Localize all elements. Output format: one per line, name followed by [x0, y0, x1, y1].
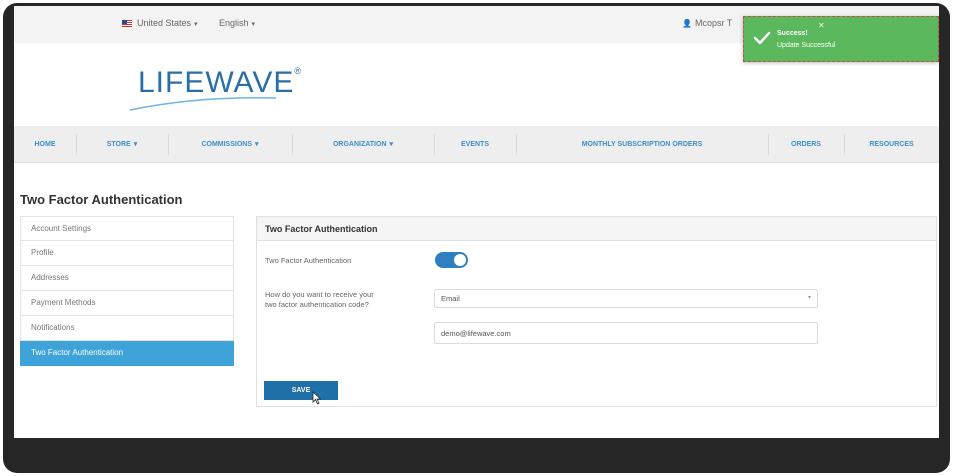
mouse-pointer-icon — [312, 391, 322, 405]
nav-home[interactable]: HOME — [14, 126, 76, 163]
save-button[interactable]: SAVE — [264, 381, 338, 400]
sidebar-item-addresses[interactable]: Addresses — [20, 266, 234, 291]
country-selector[interactable]: United States ▾ — [122, 18, 198, 28]
sidebar-item-profile[interactable]: Profile — [20, 241, 234, 266]
nav-organization-label: ORGANIZATION — [332, 141, 387, 148]
toggle-label: Two Factor Authentication — [265, 256, 352, 265]
nav-organization[interactable]: ORGANIZATION ▾ — [292, 126, 434, 163]
success-toast: ✕ Success! Update Successful — [743, 16, 939, 62]
nav-commissions[interactable]: COMMISSIONS ▾ — [168, 126, 292, 163]
chevron-down-icon: ▾ — [133, 141, 138, 148]
country-label: United States — [137, 18, 192, 28]
toast-message: Update Successful — [777, 42, 836, 49]
email-field[interactable] — [434, 322, 818, 344]
method-label-line2: two factor authentication code? — [265, 300, 369, 309]
user-menu[interactable]: 👤 Mcopsr T — [682, 18, 732, 28]
nav-resources-label: RESOURCES — [869, 141, 914, 148]
user-name: Mcopsr T — [694, 18, 733, 28]
chevron-down-icon: ▾ — [807, 295, 811, 301]
close-icon[interactable]: ✕ — [818, 21, 825, 30]
browser-viewport: United States ▾ English ▾ 👤 Mcopsr T LIFEWA… — [14, 6, 939, 438]
nav-events[interactable]: EVENTS — [434, 126, 516, 163]
two-factor-panel: Two Factor Authentication Two Factor Aut… — [256, 216, 937, 407]
nav-orders-label: ORDERS — [791, 141, 821, 148]
language-label: English — [219, 18, 249, 28]
account-sidebar: Account Settings Profile Addresses Payme… — [20, 216, 234, 366]
nav-store[interactable]: STORE ▾ — [76, 126, 168, 163]
nav-orders[interactable]: ORDERS — [768, 126, 844, 163]
sidebar-item-payment-methods[interactable]: Payment Methods — [20, 291, 234, 316]
page-title: Two Factor Authentication — [20, 192, 183, 207]
nav-monthly-subscription-orders[interactable]: MONTHLY SUBSCRIPTION ORDERS — [516, 126, 768, 163]
user-icon: 👤 — [682, 19, 692, 28]
main-nav: HOME STORE ▾ COMMISSIONS ▾ ORGANIZATION ▾ E… — [14, 126, 939, 163]
chevron-down-icon: ▾ — [251, 21, 256, 28]
checkmark-icon — [753, 31, 771, 45]
toggle-knob — [454, 254, 466, 266]
lifewave-logo[interactable]: LIFEWAVE® — [129, 66, 301, 116]
screenshot-frame: United States ▾ English ▾ 👤 Mcopsr T LIFEWA… — [0, 0, 955, 476]
toast-title: Success! — [777, 30, 808, 37]
nav-store-label: STORE — [106, 141, 131, 148]
nav-resources[interactable]: RESOURCES — [844, 126, 939, 163]
chevron-down-icon: ▾ — [194, 21, 198, 28]
us-flag-icon — [122, 20, 132, 27]
nav-monthly-subscription-label: MONTHLY SUBSCRIPTION ORDERS — [581, 141, 703, 148]
sidebar-item-account-settings[interactable]: Account Settings — [20, 216, 234, 241]
sidebar-item-notifications[interactable]: Notifications — [20, 316, 234, 341]
chevron-down-icon: ▾ — [389, 141, 394, 148]
method-label-line1: How do you want to receive your — [265, 290, 374, 299]
two-factor-toggle[interactable] — [435, 252, 468, 268]
language-selector[interactable]: English ▾ — [219, 18, 255, 28]
logo-registered-mark: ® — [294, 66, 301, 76]
method-select[interactable]: Email ▾ — [434, 289, 818, 308]
method-select-value: Email — [441, 294, 460, 303]
nav-events-label: EVENTS — [460, 141, 489, 148]
nav-home-label: HOME — [34, 141, 56, 148]
logo-swoosh-icon — [129, 96, 277, 111]
panel-title: Two Factor Authentication — [257, 217, 936, 241]
sidebar-item-two-factor-authentication[interactable]: Two Factor Authentication — [20, 341, 234, 366]
nav-commissions-label: COMMISSIONS — [201, 141, 253, 148]
chevron-down-icon: ▾ — [255, 141, 259, 148]
